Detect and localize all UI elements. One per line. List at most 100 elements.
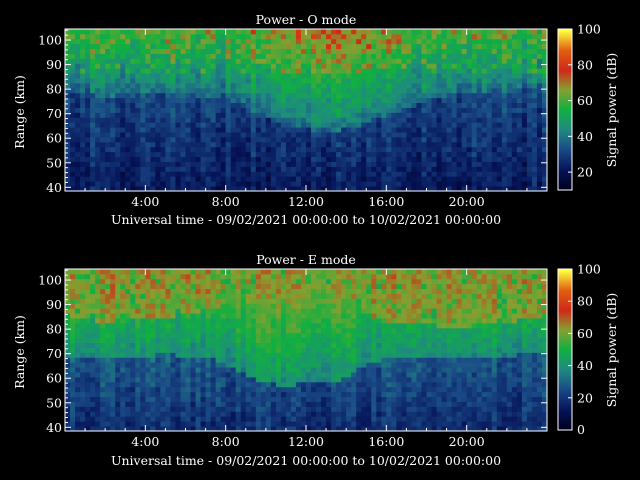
heatmap-cell [336,58,342,64]
heatmap-cell [75,38,81,45]
heatmap-cell [155,132,161,138]
heatmap-cell [316,107,322,113]
y-tick-label: 70 [46,106,62,121]
heatmap-cell [170,112,176,118]
heatmap-cell [150,97,156,104]
heatmap-cell [105,318,111,324]
heatmap-cell [210,97,217,104]
heatmap-cell [215,97,222,104]
heatmap-cell [150,362,156,368]
heatmap-cell [476,92,483,99]
heatmap-cell [125,141,131,148]
heatmap-cell [491,112,498,118]
heatmap-cell [145,367,151,373]
heatmap-cell [311,352,317,358]
heatmap-cell [115,337,121,344]
heatmap-cell [155,53,161,59]
heatmap-cell [506,181,513,187]
heatmap-cell [511,107,518,113]
heatmap-cell [491,151,498,158]
heatmap-cell [446,63,452,69]
heatmap-cell [230,83,237,89]
heatmap-cell [245,411,252,417]
heatmap-cell [506,127,513,133]
heatmap-cell [180,92,186,99]
heatmap-cell [235,83,242,89]
heatmap-cell [180,323,186,329]
heatmap-cell [190,411,196,417]
heatmap-cell [446,87,452,94]
heatmap-cell [115,293,121,299]
heatmap-cell [481,43,488,50]
heatmap-cell [210,308,217,314]
heatmap-cell [321,146,327,153]
heatmap-cell [165,48,171,54]
heatmap-cell [341,48,347,54]
heatmap-cell [105,132,111,138]
heatmap-cell [110,176,116,182]
heatmap-cell [431,141,437,148]
heatmap-cell [295,68,302,74]
heatmap-cell [95,166,101,172]
heatmap-cell [105,357,111,363]
heatmap-cell [95,372,101,378]
heatmap-cell [411,78,417,84]
heatmap-cell [220,63,227,69]
heatmap-cell [521,73,528,79]
heatmap-cell [295,117,302,123]
heatmap-cell [160,362,166,368]
heatmap-cell [351,33,357,40]
heatmap-cell [240,293,247,299]
heatmap-cell [125,391,131,398]
heatmap-cell [275,327,282,334]
heatmap-cell [280,416,287,422]
heatmap-cell [376,127,382,133]
heatmap-cell [476,63,483,69]
heatmap-cell [311,137,317,143]
heatmap-cell [95,161,101,167]
heatmap-cell [341,73,347,79]
heatmap-cell [290,63,297,69]
heatmap-cell [285,33,292,40]
heatmap-cell [511,48,518,54]
heatmap-cell [421,43,427,50]
heatmap-cell [255,29,262,35]
heatmap-cell [225,293,232,299]
heatmap-cell [100,411,106,417]
heatmap-cell [295,137,302,143]
heatmap-cell [220,278,227,285]
heatmap-cell [476,87,483,94]
heatmap-cell [506,137,513,143]
heatmap-cell [280,401,287,407]
heatmap-cell [145,303,151,309]
heatmap-cell [175,416,181,422]
heatmap-cell [386,48,392,54]
heatmap-cell [120,367,126,373]
heatmap-cell [195,313,201,319]
heatmap-cell [220,303,227,309]
heatmap-cell [170,327,176,334]
heatmap-cell [441,107,447,113]
heatmap-cell [441,83,447,89]
heatmap-cell [270,421,277,427]
heatmap-cell [300,122,307,128]
heatmap-cell [391,141,397,148]
heatmap-cell [316,97,322,104]
heatmap-cell [225,323,232,329]
heatmap-cell [426,83,432,89]
heatmap-cell [366,48,372,54]
heatmap-cell [75,73,81,79]
heatmap-cell [381,107,387,113]
heatmap-cell [285,406,292,412]
heatmap-cell [150,137,156,143]
heatmap-cell [356,33,362,40]
heatmap-cell [240,151,247,158]
heatmap-cell [351,92,357,99]
heatmap-cell [275,166,282,172]
heatmap-cell [160,342,166,348]
heatmap-cell [115,38,121,45]
heatmap-cell [105,38,111,45]
heatmap-cell [396,156,402,162]
heatmap-cell [120,278,126,285]
heatmap-cell [80,132,86,138]
